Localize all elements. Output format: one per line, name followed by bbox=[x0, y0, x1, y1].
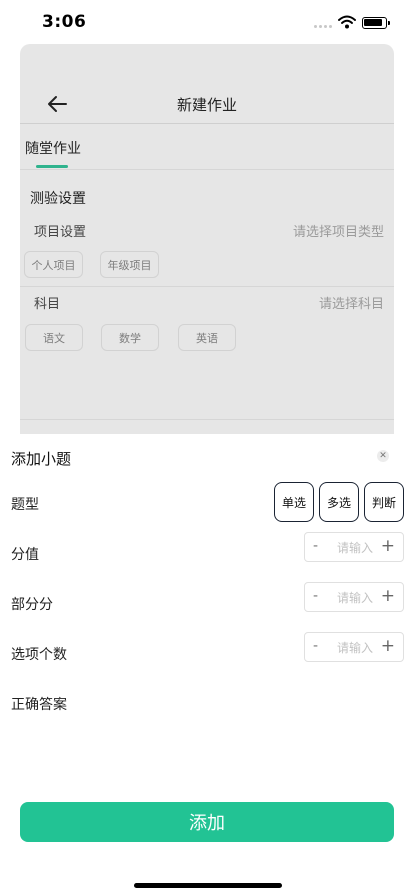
subject-label: 科目 bbox=[34, 297, 61, 312]
partial-score-decrement-button[interactable]: - bbox=[313, 588, 318, 604]
cellular-signal-icon bbox=[314, 25, 332, 29]
chip-english[interactable]: 英语 bbox=[178, 324, 236, 351]
sheet-title: 添加小题 bbox=[11, 450, 72, 468]
type-true-false-button[interactable]: 判断 bbox=[364, 482, 404, 522]
status-bar: 3:06 bbox=[0, 0, 414, 44]
partial-score-increment-button[interactable]: + bbox=[381, 586, 395, 606]
option-count-stepper: - 请输入 + bbox=[304, 632, 404, 662]
tab-in-class-homework[interactable]: 随堂作业 bbox=[25, 138, 81, 158]
correct-answer-label: 正确答案 bbox=[11, 697, 67, 713]
section-title: 测验设置 bbox=[30, 191, 86, 207]
score-stepper: - 请输入 + bbox=[304, 532, 404, 562]
score-increment-button[interactable]: + bbox=[381, 536, 395, 556]
type-multiple-choice-button[interactable]: 多选 bbox=[319, 482, 359, 522]
chip-math[interactable]: 数学 bbox=[101, 324, 159, 351]
row-divider bbox=[20, 286, 394, 287]
partial-score-input[interactable]: 请输入 bbox=[333, 589, 377, 606]
score-decrement-button[interactable]: - bbox=[313, 538, 318, 554]
wifi-icon bbox=[338, 15, 356, 29]
tab-divider bbox=[20, 169, 394, 170]
add-question-sheet: 添加小题 ✕ 题型 单选 多选 判断 分值 - 请输入 + 部分分 - 请输入 … bbox=[0, 434, 414, 896]
partial-score-label: 部分分 bbox=[11, 597, 53, 613]
option-count-increment-button[interactable]: + bbox=[381, 636, 395, 656]
close-icon[interactable]: ✕ bbox=[377, 450, 389, 462]
score-input[interactable]: 请输入 bbox=[333, 539, 377, 556]
row-divider bbox=[20, 419, 394, 420]
option-count-decrement-button[interactable]: - bbox=[313, 638, 318, 654]
battery-icon bbox=[362, 17, 390, 29]
chip-personal-project[interactable]: 个人项目 bbox=[24, 251, 83, 278]
question-type-label: 题型 bbox=[11, 497, 39, 513]
home-indicator bbox=[134, 883, 282, 888]
tab-active-indicator bbox=[36, 165, 68, 168]
add-button[interactable]: 添加 bbox=[20, 802, 394, 842]
chip-grade-project[interactable]: 年级项目 bbox=[100, 251, 159, 278]
type-single-choice-button[interactable]: 单选 bbox=[274, 482, 314, 522]
new-homework-page: 新建作业 随堂作业 测验设置 项目设置 请选择项目类型 个人项目 年级项目 科目… bbox=[20, 44, 394, 444]
status-time: 3:06 bbox=[42, 12, 87, 32]
page-title: 新建作业 bbox=[176, 96, 237, 114]
subject-select[interactable]: 请选择科目 bbox=[319, 293, 384, 312]
nav-divider bbox=[20, 123, 394, 124]
project-setting-label: 项目设置 bbox=[34, 225, 87, 240]
project-type-select[interactable]: 请选择项目类型 bbox=[293, 221, 384, 240]
chip-chinese[interactable]: 语文 bbox=[25, 324, 83, 351]
score-label: 分值 bbox=[11, 547, 39, 563]
partial-score-stepper: - 请输入 + bbox=[304, 582, 404, 612]
option-count-label: 选项个数 bbox=[11, 647, 67, 663]
option-count-input[interactable]: 请输入 bbox=[333, 639, 377, 656]
